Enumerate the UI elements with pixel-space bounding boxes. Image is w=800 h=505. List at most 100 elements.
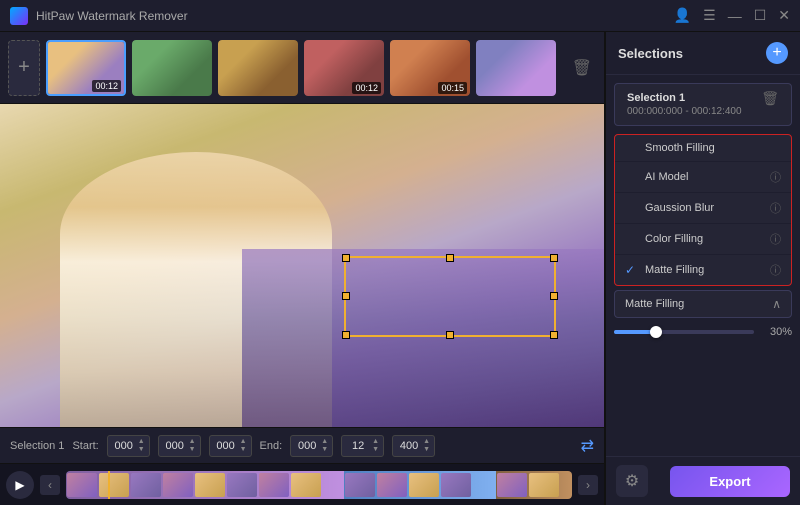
next-frame-button[interactable]: › [578, 475, 598, 495]
add-selection-button[interactable]: + [766, 42, 788, 64]
start-hour-spin[interactable]: ▲ ▼ [138, 438, 145, 454]
end-hour-input[interactable]: 000 ▲ ▼ [290, 435, 333, 457]
app-logo [10, 7, 28, 25]
start-min-spin[interactable]: ▲ ▼ [189, 438, 196, 454]
tl-thumb-11 [409, 473, 439, 497]
settings-button[interactable]: ⚙ [616, 465, 648, 497]
start-sec-down[interactable]: ▼ [240, 446, 247, 454]
timeline: ▶ ‹ [0, 463, 604, 505]
prev-frame-button[interactable]: ‹ [40, 475, 60, 495]
method-ai-model[interactable]: AI Model ⓘ [615, 162, 791, 193]
tl-thumb-9 [345, 473, 375, 497]
slider-thumb[interactable] [650, 326, 662, 338]
handle-mid-left[interactable] [342, 292, 350, 300]
thumbnail-1[interactable]: 00:12 [46, 40, 126, 96]
video-preview [0, 104, 604, 427]
end-sec-up[interactable]: ▲ [423, 438, 430, 446]
titlebar: HitPaw Watermark Remover 👤 ☰ — ☐ ✕ [0, 0, 800, 32]
selection-box[interactable] [344, 256, 555, 337]
start-sec-spin[interactable]: ▲ ▼ [240, 438, 247, 454]
thumbnail-3[interactable] [218, 40, 298, 96]
active-method-dropdown[interactable]: Matte Filling ∧ [614, 290, 792, 318]
minimize-icon[interactable]: — [728, 8, 742, 24]
user-icon[interactable]: 👤 [674, 7, 691, 24]
smooth-label: Smooth Filling [645, 142, 781, 154]
main-container: + 00:12 00:12 00:15 🗑 [0, 32, 800, 505]
close-icon[interactable]: ✕ [778, 7, 790, 24]
timeline-track[interactable] [66, 471, 572, 499]
thumb-1-duration: 00:12 [92, 80, 121, 92]
start-hour-down[interactable]: ▼ [138, 446, 145, 454]
thumbnail-4[interactable]: 00:12 [304, 40, 384, 96]
delete-media-button[interactable]: 🗑 [568, 54, 596, 82]
add-media-button[interactable]: + [8, 40, 40, 96]
color-info-icon: ⓘ [770, 231, 781, 247]
handle-bottom-right[interactable] [550, 331, 558, 339]
tl-thumb-12 [441, 473, 471, 497]
start-min-value: 000 [163, 440, 187, 452]
left-panel: + 00:12 00:12 00:15 🗑 [0, 32, 605, 505]
end-min-spin[interactable]: ▲ ▼ [372, 438, 379, 454]
handle-top-right[interactable] [550, 254, 558, 262]
start-min-input[interactable]: 000 ▲ ▼ [158, 435, 201, 457]
start-min-down[interactable]: ▼ [189, 446, 196, 454]
tl-thumb-4 [163, 473, 193, 497]
start-hour-up[interactable]: ▲ [138, 438, 145, 446]
end-sec-spin[interactable]: ▲ ▼ [423, 438, 430, 454]
handle-bottom-mid[interactable] [446, 331, 454, 339]
control-bar: Selection 1 Start: 000 ▲ ▼ 000 ▲ ▼ 000 [0, 427, 604, 463]
handle-bottom-left[interactable] [342, 331, 350, 339]
matte-slider[interactable] [614, 330, 754, 334]
start-min-up[interactable]: ▲ [189, 438, 196, 446]
selection-item-1: Selection 1 000:000:000 - 000:12:400 🗑 [614, 83, 792, 126]
method-smooth-filling[interactable]: Smooth Filling [615, 135, 791, 162]
ai-info-icon: ⓘ [770, 169, 781, 185]
handle-mid-right[interactable] [550, 292, 558, 300]
thumbnail-6[interactable] [476, 40, 556, 96]
selection-label: Selection 1 [10, 440, 64, 452]
play-button[interactable]: ▶ [6, 471, 34, 499]
end-min-down[interactable]: ▼ [372, 446, 379, 454]
end-hour-down[interactable]: ▼ [321, 446, 328, 454]
bottom-bar: ⚙ Export [606, 456, 800, 505]
handle-top-mid[interactable] [446, 254, 454, 262]
start-sec-input[interactable]: 000 ▲ ▼ [209, 435, 252, 457]
start-hour-input[interactable]: 000 ▲ ▼ [107, 435, 150, 457]
end-hour-value: 000 [295, 440, 319, 452]
maximize-icon[interactable]: ☐ [754, 7, 767, 24]
tl-thumb-2 [99, 473, 129, 497]
thumbnail-5[interactable]: 00:15 [390, 40, 470, 96]
end-sec-input[interactable]: 400 ▲ ▼ [392, 435, 435, 457]
selection-delete-button[interactable]: 🗑 [761, 90, 779, 107]
end-min-up[interactable]: ▲ [372, 438, 379, 446]
right-panel-title: Selections [618, 46, 683, 61]
end-hour-up[interactable]: ▲ [321, 438, 328, 446]
thumb-5-duration: 00:15 [438, 82, 467, 94]
method-color-filling[interactable]: Color Filling ⓘ [615, 224, 791, 255]
end-min-input[interactable]: 12 ▲ ▼ [341, 435, 384, 457]
selection-name: Selection 1 [627, 92, 761, 104]
slider-value: 30% [762, 326, 792, 338]
thumb-4-duration: 00:12 [352, 82, 381, 94]
end-sec-value: 400 [397, 440, 421, 452]
tl-thumb-5 [195, 473, 225, 497]
handle-top-left[interactable] [342, 254, 350, 262]
swap-icon[interactable]: ⇄ [581, 436, 594, 456]
end-sec-down[interactable]: ▼ [423, 446, 430, 454]
timeline-segment-2 [344, 471, 496, 499]
thumbnail-2[interactable] [132, 40, 212, 96]
tl-thumb-13 [497, 473, 527, 497]
start-sec-up[interactable]: ▲ [240, 438, 247, 446]
menu-icon[interactable]: ☰ [703, 7, 716, 24]
active-method-label: Matte Filling [625, 298, 684, 310]
method-panel: Smooth Filling AI Model ⓘ Gaussion Blur … [614, 134, 792, 286]
titlebar-left: HitPaw Watermark Remover [10, 7, 188, 25]
method-matte-filling[interactable]: ✓ Matte Filling ⓘ [615, 255, 791, 285]
start-hour-value: 000 [112, 440, 136, 452]
timeline-marker[interactable] [108, 471, 110, 499]
chevron-up-icon: ∧ [772, 297, 781, 311]
end-hour-spin[interactable]: ▲ ▼ [321, 438, 328, 454]
method-gaussion-blur[interactable]: Gaussion Blur ⓘ [615, 193, 791, 224]
tl-thumb-1 [67, 473, 97, 497]
export-button[interactable]: Export [670, 466, 790, 497]
